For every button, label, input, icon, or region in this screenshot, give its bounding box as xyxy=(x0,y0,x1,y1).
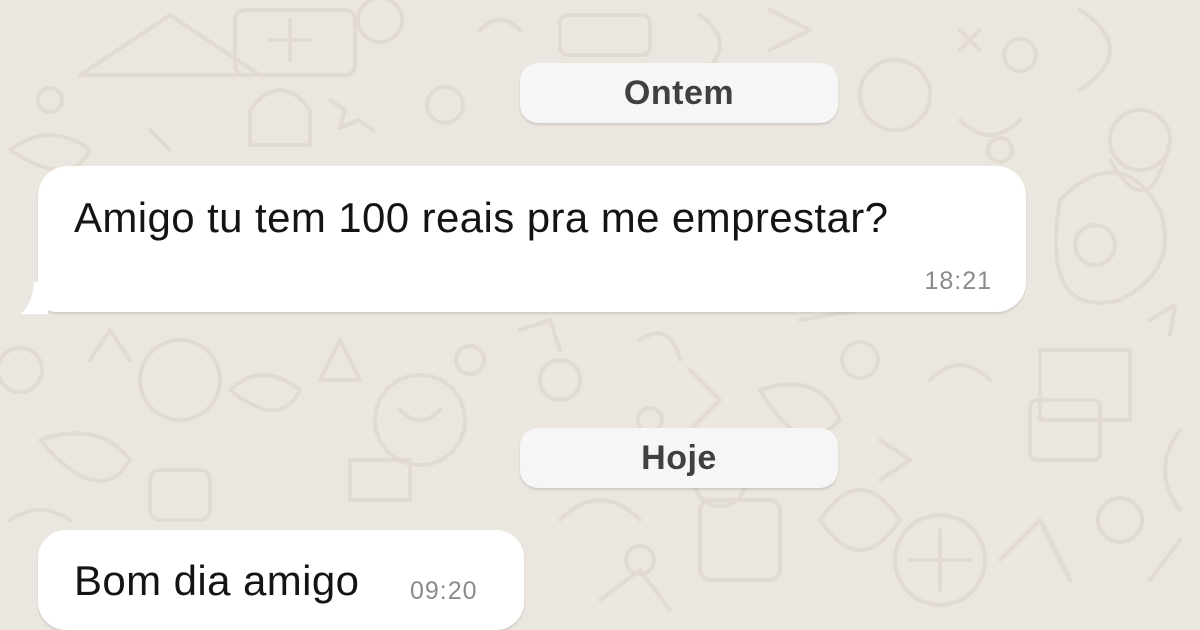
bubble-tail xyxy=(20,282,48,314)
message-text: Bom dia amigo xyxy=(74,557,360,604)
message-text: Amigo tu tem 100 reais pra me emprestar? xyxy=(74,194,889,241)
chat-area[interactable]: Ontem Amigo tu tem 100 reais pra me empr… xyxy=(0,0,1200,630)
message-bubble[interactable]: Bom dia amigo 09:20 xyxy=(38,530,524,630)
date-divider-label: Ontem xyxy=(623,73,735,112)
date-divider-today: Hoje xyxy=(520,428,838,488)
message-timestamp: 09:20 xyxy=(410,577,478,605)
message-timestamp: 18:21 xyxy=(924,267,992,295)
message-bubble[interactable]: Amigo tu tem 100 reais pra me emprestar?… xyxy=(20,166,1026,314)
date-divider-label: Hoje xyxy=(641,438,717,477)
date-divider-yesterday: Ontem xyxy=(520,63,838,123)
